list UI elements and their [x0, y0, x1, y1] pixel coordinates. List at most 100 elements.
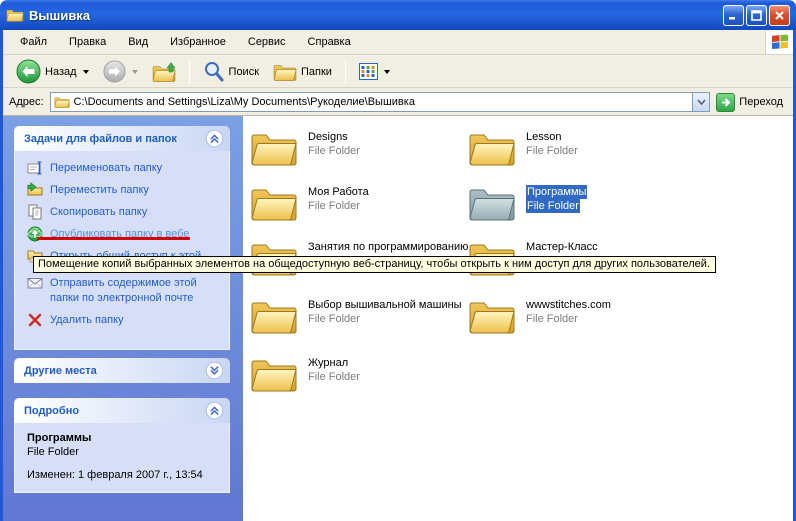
rename-folder-icon — [27, 160, 43, 176]
file-type: File Folder — [526, 144, 578, 158]
folder-icon-selected — [468, 183, 516, 223]
back-icon — [16, 59, 41, 84]
menu-favorites[interactable]: Избранное — [159, 33, 237, 51]
file-name: Занятия по программированию — [308, 240, 468, 254]
details-title: Подробно — [24, 405, 79, 417]
task-label: Переместить папку — [50, 183, 149, 198]
menu-file[interactable]: Файл — [9, 33, 58, 51]
file-name: Выбор вышивальной машины — [308, 298, 462, 312]
file-name: Моя Работа — [308, 185, 369, 199]
file-name: Мастер-Класс — [526, 240, 598, 254]
up-button[interactable] — [147, 59, 181, 85]
address-folder-icon — [54, 95, 70, 109]
address-combobox[interactable]: C:\Documents and Settings\Liza\My Docume… — [50, 92, 711, 112]
file-type: File Folder — [308, 370, 360, 384]
views-dropdown-icon[interactable] — [384, 70, 390, 74]
red-underline-annotation — [37, 237, 190, 240]
toolbar-separator — [345, 60, 346, 84]
task-email-folder[interactable]: Отправить содержимое этой папки по элект… — [27, 276, 223, 306]
folder-icon — [250, 128, 298, 168]
other-places-title: Другие места — [24, 365, 97, 377]
file-type: File Folder — [308, 199, 369, 213]
close-icon — [774, 10, 785, 21]
file-list-area: DesignsFile Folder LessonFile Folder Моя… — [243, 116, 793, 521]
folders-label: Папки — [301, 66, 332, 78]
file-name: Designs — [308, 130, 360, 144]
other-places-header[interactable]: Другие места — [14, 358, 230, 383]
file-tile-selected[interactable]: ПрограммыFile Folder — [468, 183, 587, 223]
search-label: Поиск — [229, 66, 259, 78]
forward-button[interactable] — [98, 58, 143, 85]
explorer-window: Вышивка Файл Правка Вид Избранное Сервис… — [0, 0, 796, 521]
task-rename-folder[interactable]: Переименовать папку — [27, 161, 223, 176]
menu-help[interactable]: Справка — [297, 33, 362, 51]
file-tasks-body: Переименовать папку Переместить папку — [14, 151, 230, 350]
copy-folder-icon — [27, 204, 43, 220]
delete-icon — [27, 312, 43, 328]
folder-icon — [468, 296, 516, 336]
menu-edit[interactable]: Правка — [58, 33, 117, 51]
address-label: Адрес: — [9, 96, 44, 108]
chevron-down-icon — [697, 98, 706, 106]
address-path[interactable]: C:\Documents and Settings\Liza\My Docume… — [74, 96, 689, 108]
task-move-folder[interactable]: Переместить папку — [27, 183, 223, 198]
menu-tools[interactable]: Сервис — [237, 33, 297, 51]
task-label: Удалить папку — [50, 313, 124, 328]
tooltip: Помещение копий выбранных элементов на о… — [33, 256, 716, 273]
windows-logo — [765, 31, 793, 54]
task-copy-folder[interactable]: Скопировать папку — [27, 205, 223, 220]
address-bar: Адрес: C:\Documents and Settings\Liza\My… — [3, 89, 793, 116]
file-tile[interactable]: Выбор вышивальной машиныFile Folder — [250, 296, 462, 336]
file-type: File Folder — [526, 199, 580, 213]
folder-icon — [250, 296, 298, 336]
file-tasks-title: Задачи для файлов и папок — [24, 133, 177, 145]
file-tile[interactable]: ЖурналFile Folder — [250, 354, 360, 394]
address-dropdown-button[interactable] — [692, 93, 709, 111]
folder-icon — [250, 354, 298, 394]
task-label: Отправить содержимое этой папки по элект… — [50, 276, 223, 306]
go-button[interactable]: Переход — [716, 93, 787, 112]
file-tile[interactable]: Моя РаботаFile Folder — [250, 183, 369, 223]
other-places-panel: Другие места — [14, 358, 230, 383]
chevron-up-icon[interactable] — [205, 129, 224, 148]
forward-icon — [103, 60, 126, 83]
close-button[interactable] — [769, 5, 790, 26]
content-area: Задачи для файлов и папок — [3, 116, 793, 521]
minimize-icon — [728, 10, 739, 21]
details-body: Программы File Folder Изменен: 1 февраля… — [14, 423, 230, 493]
maximize-button[interactable] — [746, 5, 767, 26]
details-header[interactable]: Подробно — [14, 398, 230, 423]
menu-view[interactable]: Вид — [117, 33, 159, 51]
file-tile[interactable]: wwwstitches.comFile Folder — [468, 296, 611, 336]
details-panel: Подробно Программы File Folder Изменен: … — [14, 398, 230, 493]
folders-icon — [273, 62, 297, 82]
task-delete-folder[interactable]: Удалить папку — [27, 313, 223, 328]
details-item-name: Программы — [27, 431, 221, 445]
views-button[interactable] — [354, 61, 395, 82]
file-type: File Folder — [526, 312, 611, 326]
views-icon — [359, 63, 378, 80]
menu-bar: Файл Правка Вид Избранное Сервис Справка — [3, 30, 793, 55]
back-button[interactable]: Назад — [11, 57, 94, 86]
minimize-button[interactable] — [723, 5, 744, 26]
windows-flag-icon — [771, 34, 789, 50]
file-name: wwwstitches.com — [526, 298, 611, 312]
file-tile[interactable]: LessonFile Folder — [468, 128, 578, 168]
up-folder-icon — [152, 61, 176, 83]
chevron-up-icon[interactable] — [205, 401, 224, 420]
forward-dropdown-icon[interactable] — [132, 70, 138, 74]
file-name: Программы — [526, 185, 587, 199]
search-button[interactable]: Поиск — [198, 59, 264, 85]
title-bar: Вышивка — [0, 0, 796, 30]
go-arrow-icon — [716, 93, 735, 112]
back-dropdown-icon[interactable] — [83, 70, 89, 74]
window-border-left — [0, 30, 3, 521]
chevron-down-icon[interactable] — [205, 361, 224, 380]
search-icon — [203, 61, 225, 83]
file-tile[interactable]: DesignsFile Folder — [250, 128, 360, 168]
folders-button[interactable]: Папки — [268, 60, 337, 84]
file-tasks-header[interactable]: Задачи для файлов и папок — [14, 126, 230, 151]
toolbar: Назад Поиск — [3, 56, 793, 88]
task-pane: Задачи для файлов и папок — [3, 116, 243, 521]
task-label: Переименовать папку — [50, 161, 162, 176]
